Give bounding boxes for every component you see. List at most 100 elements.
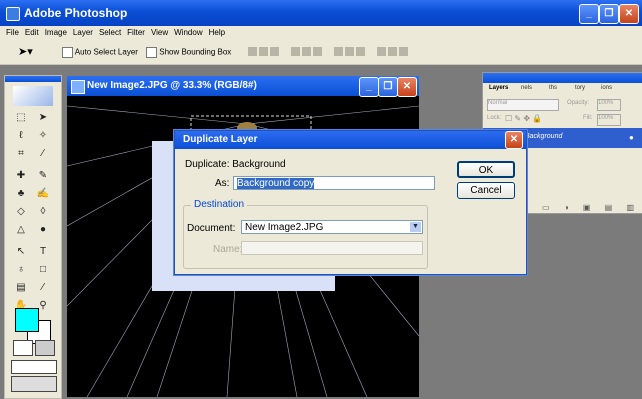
menu-view[interactable]: View — [151, 26, 168, 40]
document-icon — [71, 80, 85, 94]
type-tool-icon[interactable]: T — [33, 244, 53, 260]
notes-tool-icon[interactable]: ▤ — [11, 280, 31, 296]
menu-help[interactable]: Help — [209, 26, 225, 40]
lasso-tool-icon[interactable]: ℓ — [11, 128, 31, 144]
tab-actions[interactable]: ions — [601, 85, 612, 91]
layer-name: Background — [525, 133, 563, 140]
align-hcenter-icon[interactable] — [302, 47, 311, 57]
dialog-title-bar[interactable]: Duplicate Layer ✕ — [175, 131, 526, 149]
menu-image[interactable]: Image — [45, 26, 67, 40]
align-bottom-icon[interactable] — [270, 47, 279, 57]
distribute-left-icon[interactable] — [377, 47, 386, 57]
menu-window[interactable]: Window — [174, 26, 202, 40]
auto-select-label: Auto Select Layer — [74, 47, 138, 57]
auto-select-checkbox[interactable] — [62, 47, 73, 58]
align-left-icon[interactable] — [291, 47, 300, 57]
eraser-tool-icon[interactable]: ◇ — [11, 204, 31, 220]
show-bbox-checkbox[interactable] — [146, 47, 157, 58]
app-title-bar: Adobe Photoshop _ ❐ ✕ — [0, 0, 642, 26]
healing-brush-icon[interactable]: ✚ — [11, 168, 31, 184]
tab-paths[interactable]: ths — [549, 85, 557, 91]
cancel-button[interactable]: Cancel — [457, 182, 515, 199]
screen-mode-icon[interactable] — [11, 360, 57, 374]
align-vcenter-icon[interactable] — [259, 47, 268, 57]
lock-icon: ● — [629, 133, 634, 142]
restore-button[interactable]: ❐ — [599, 4, 619, 24]
doc-maximize-button[interactable]: ❐ — [378, 77, 398, 97]
align-right-icon[interactable] — [313, 47, 322, 57]
menu-filter[interactable]: Filter — [127, 26, 145, 40]
document-label: Document: — [187, 223, 236, 234]
ok-button[interactable]: OK — [457, 161, 515, 178]
lock-label: Lock: — [487, 115, 502, 121]
toolbox: ⬚ ➤ ℓ ✧ ⌗ ⁄ ✚ ✎ ♣ ✍ ◇ ◊ △ ● ↖ T ♁ □ ▤ ⁄ … — [4, 75, 62, 399]
close-button[interactable]: ✕ — [619, 4, 639, 24]
lock-icons[interactable]: ☐ ✎ ✥ 🔒 — [505, 114, 542, 123]
shape-tool-icon[interactable]: □ — [33, 262, 53, 278]
doc-minimize-button[interactable]: _ — [359, 77, 379, 97]
distribute-bottom-icon[interactable] — [356, 47, 365, 57]
crop-tool-icon[interactable]: ⌗ — [11, 146, 31, 162]
layers-bottom-buttons[interactable]: ◐ ▭ ◑ ▣ ▤ ▥ — [523, 203, 640, 212]
app-title: Adobe Photoshop — [24, 6, 128, 20]
blend-mode-select[interactable]: Normal — [487, 99, 559, 111]
distribute-vcenter-icon[interactable] — [345, 47, 354, 57]
tab-history[interactable]: tory — [575, 85, 585, 91]
foreground-color-swatch[interactable] — [15, 308, 39, 332]
gradient-tool-icon[interactable]: ◊ — [33, 204, 53, 220]
menu-select[interactable]: Select — [99, 26, 121, 40]
opacity-field[interactable]: 100% — [597, 99, 621, 111]
as-label: As: — [215, 178, 230, 189]
pen-tool-icon[interactable]: ♁ — [11, 262, 31, 278]
align-top-icon[interactable] — [248, 47, 257, 57]
clone-stamp-icon[interactable]: ♣ — [11, 186, 31, 202]
destination-label: Destination — [191, 199, 248, 210]
show-bbox-option[interactable]: Show Bounding Box — [146, 47, 231, 58]
document-title-bar[interactable]: New Image2.JPG @ 33.3% (RGB/8#) _ ❐ ✕ — [67, 76, 419, 97]
doc-close-button[interactable]: ✕ — [397, 77, 417, 97]
move-tool-icon[interactable]: ➤ — [33, 110, 53, 126]
dialog-title: Duplicate Layer — [183, 134, 258, 145]
minimize-button[interactable]: _ — [579, 4, 599, 24]
tab-layers[interactable]: Layers — [489, 85, 508, 91]
move-tool-icon[interactable]: ➤▾ — [18, 45, 33, 58]
standard-mode-icon[interactable] — [13, 340, 33, 356]
path-select-icon[interactable]: ↖ — [11, 244, 31, 260]
chevron-down-icon[interactable]: ▼ — [410, 222, 421, 232]
duplicate-layer-dialog: Duplicate Layer ✕ Duplicate: Background … — [174, 130, 527, 275]
name-label: Name: — [213, 244, 243, 255]
as-input[interactable]: Background copy — [233, 176, 435, 190]
brush-tool-icon[interactable]: ✎ — [33, 168, 53, 184]
document-title: New Image2.JPG @ 33.3% (RGB/8#) — [87, 80, 257, 91]
auto-select-option[interactable]: Auto Select Layer — [62, 47, 138, 58]
dialog-close-button[interactable]: ✕ — [505, 131, 523, 149]
jump-to-imageready-icon[interactable] — [11, 376, 57, 392]
layers-palette-grip[interactable] — [483, 73, 642, 83]
as-input-value: Background copy — [237, 178, 315, 189]
distribute-top-icon[interactable] — [334, 47, 343, 57]
distribute-hcenter-icon[interactable] — [388, 47, 397, 57]
magic-wand-icon[interactable]: ✧ — [33, 128, 53, 144]
eyedropper-icon[interactable]: ⁄ — [33, 280, 53, 296]
dodge-tool-icon[interactable]: ● — [33, 222, 53, 238]
marquee-tool-icon[interactable]: ⬚ — [11, 110, 31, 126]
menu-file[interactable]: File — [6, 26, 19, 40]
history-brush-icon[interactable]: ✍ — [33, 186, 53, 202]
name-input[interactable] — [241, 241, 423, 255]
blur-tool-icon[interactable]: △ — [11, 222, 31, 238]
fill-field[interactable]: 100% — [597, 114, 621, 126]
menu-edit[interactable]: Edit — [25, 26, 39, 40]
toolbox-grip[interactable] — [5, 76, 61, 82]
duplicate-label: Duplicate: Background — [185, 159, 286, 170]
fill-label: Fill: — [583, 115, 593, 121]
menu-layer[interactable]: Layer — [73, 26, 93, 40]
opacity-label: Opacity: — [567, 100, 590, 106]
document-select-value: New Image2.JPG — [245, 222, 324, 233]
document-select[interactable]: New Image2.JPG ▼ — [241, 220, 423, 234]
distribute-right-icon[interactable] — [399, 47, 408, 57]
adobe-online-icon[interactable] — [13, 86, 53, 106]
menu-bar: File Edit Image Layer Select Filter View Window… — [0, 26, 642, 40]
slice-tool-icon[interactable]: ⁄ — [33, 146, 53, 162]
quick-mask-icon[interactable] — [35, 340, 55, 356]
tab-channels[interactable]: nels — [521, 85, 532, 91]
